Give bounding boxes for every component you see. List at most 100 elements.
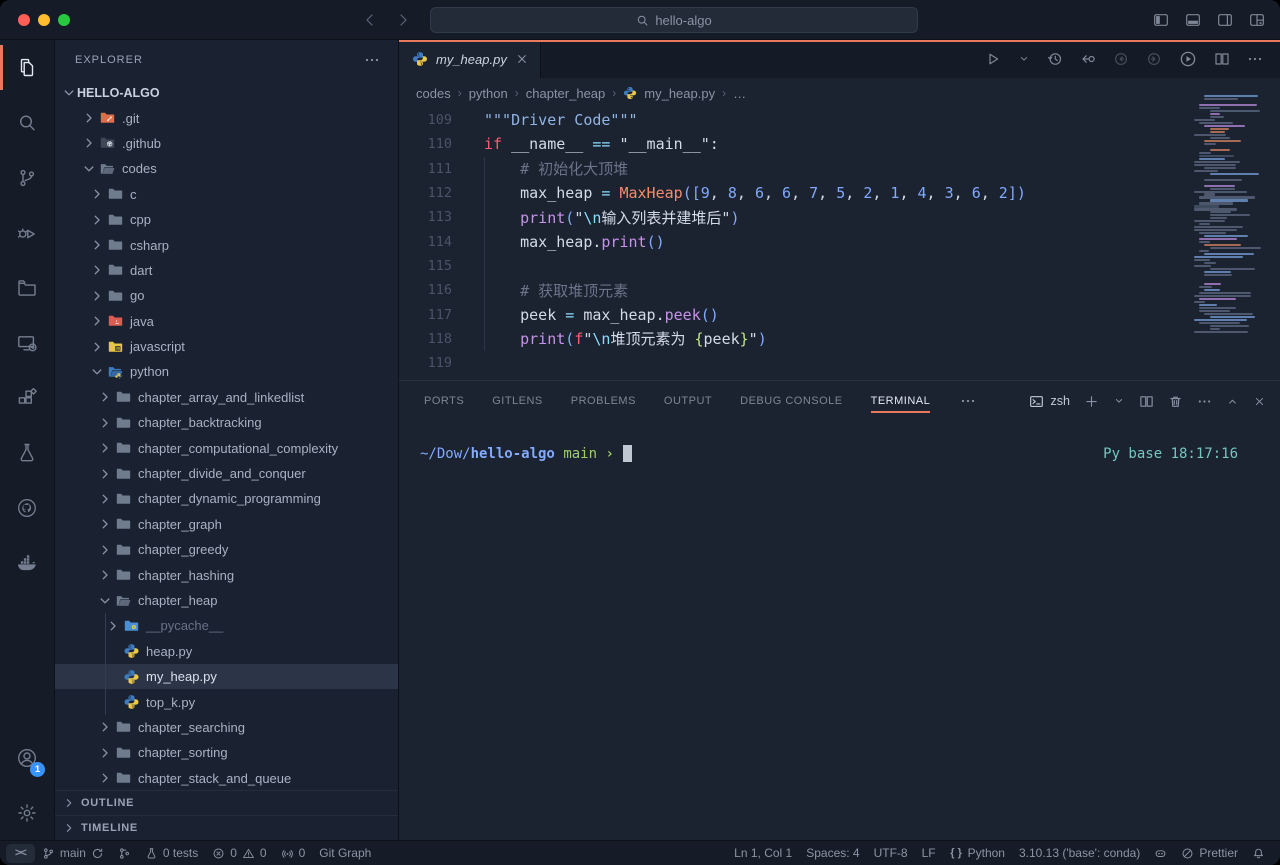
split-terminal-icon[interactable] [1139, 394, 1154, 409]
tree-item-chapter_array_and_linkedlist[interactable]: chapter_array_and_linkedlist [55, 385, 398, 410]
status-problems[interactable]: 00 [205, 844, 273, 863]
tree-item-chapter_greedy[interactable]: chapter_greedy [55, 537, 398, 562]
panel-tab-problems[interactable]: PROBLEMS [571, 381, 636, 421]
panel-tab-ports[interactable]: PORTS [424, 381, 464, 421]
breadcrumb-chapter_heap[interactable]: chapter_heap [526, 86, 606, 101]
terminal-dropdown-icon[interactable] [1113, 395, 1125, 407]
status-feedback[interactable]: 0 [274, 844, 313, 863]
close-panel-icon[interactable] [1253, 395, 1266, 408]
panel-more-tabs-icon[interactable] [960, 393, 976, 409]
run-dropdown-icon[interactable] [1018, 53, 1030, 65]
panel-tab-output[interactable]: OUTPUT [664, 381, 712, 421]
tree-item-chapter_stack_and_queue[interactable]: chapter_stack_and_queue [55, 766, 398, 791]
tree-item-javascript[interactable]: JSjavascript [55, 334, 398, 359]
kill-terminal-icon[interactable] [1168, 394, 1183, 409]
toggle-panel-icon[interactable] [1185, 12, 1201, 28]
activity-run-and-debug[interactable] [0, 205, 54, 260]
file-history-icon[interactable] [1047, 51, 1063, 67]
status-prettier[interactable]: Prettier [1174, 844, 1245, 863]
tree-item-chapter_heap[interactable]: chapter_heap [55, 588, 398, 613]
activity-docker[interactable] [0, 535, 54, 590]
activity-settings[interactable] [0, 785, 54, 840]
tree-item-chapter_backtracking[interactable]: chapter_backtracking [55, 410, 398, 435]
section-timeline[interactable]: TIMELINE [55, 815, 398, 840]
toggle-secondary-sidebar-icon[interactable] [1217, 12, 1233, 28]
status-eol[interactable]: LF [915, 844, 943, 863]
status-copilot[interactable] [1147, 844, 1174, 863]
status-encoding[interactable]: UTF-8 [867, 844, 915, 863]
status-tests[interactable]: 0 tests [138, 844, 205, 863]
tree-item-chapter_computational_complexity[interactable]: chapter_computational_complexity [55, 435, 398, 460]
tab-my_heap.py[interactable]: my_heap.py [399, 40, 541, 78]
tree-item-chapter_dynamic_programming[interactable]: chapter_dynamic_programming [55, 486, 398, 511]
panel-tab-gitlens[interactable]: GITLENS [492, 381, 543, 421]
tree-item-chapter_divide_and_conquer[interactable]: chapter_divide_and_conquer [55, 461, 398, 486]
command-center-search[interactable]: hello-algo [430, 7, 918, 33]
run-code-icon[interactable] [1179, 50, 1197, 68]
tree-item-top_k.py[interactable]: top_k.py [55, 689, 398, 714]
maximize-window-button[interactable] [58, 14, 70, 26]
activity-extensions[interactable] [0, 370, 54, 425]
breadcrumb-python[interactable]: python [469, 86, 508, 101]
status-indentation[interactable]: Spaces: 4 [799, 844, 866, 863]
explorer-more-actions-icon[interactable] [364, 52, 380, 68]
terminal[interactable]: ~/Dow/hello-algo main › Py base 18:17:16 [399, 421, 1280, 840]
status-remote[interactable]: >< [6, 844, 35, 863]
toggle-primary-sidebar-icon[interactable] [1153, 12, 1169, 28]
tree-item-dart[interactable]: dart [55, 258, 398, 283]
close-tab-icon[interactable] [515, 52, 529, 66]
previous-change-icon[interactable] [1113, 51, 1129, 67]
split-editor-icon[interactable] [1214, 51, 1230, 67]
activity-search[interactable] [0, 95, 54, 150]
tree-item-.github[interactable]: .github [55, 131, 398, 156]
status-git-graph[interactable]: Git Graph [312, 844, 378, 863]
tree-item-go[interactable]: go [55, 283, 398, 308]
activity-accounts[interactable]: 1 [0, 730, 54, 785]
breadcrumb-codes[interactable]: codes [416, 86, 451, 101]
minimap[interactable] [1194, 95, 1270, 334]
status-notifications[interactable] [1245, 844, 1272, 863]
tree-item-HELLO-ALGO[interactable]: HELLO-ALGO [55, 80, 398, 105]
minimize-window-button[interactable] [38, 14, 50, 26]
tree-item-chapter_graph[interactable]: chapter_graph [55, 512, 398, 537]
next-change-icon[interactable] [1146, 51, 1162, 67]
tree-item-csharp[interactable]: csharp [55, 232, 398, 257]
new-terminal-icon[interactable] [1084, 394, 1099, 409]
tree-item-chapter_searching[interactable]: chapter_searching [55, 715, 398, 740]
activity-source-control[interactable] [0, 150, 54, 205]
tree-item-c[interactable]: c [55, 182, 398, 207]
tree-item-heap.py[interactable]: heap.py [55, 639, 398, 664]
breadcrumb-my_heap.py[interactable]: my_heap.py [644, 86, 715, 101]
tree-item-java[interactable]: java [55, 309, 398, 334]
customize-layout-icon[interactable] [1249, 12, 1265, 28]
more-actions-icon[interactable] [1247, 51, 1263, 67]
status-git-branch[interactable]: main [35, 844, 111, 863]
tree-item-codes[interactable]: codes [55, 156, 398, 181]
terminal-shell-selector[interactable]: zsh [1029, 394, 1070, 409]
tree-item-__pycache__[interactable]: __pycache__ [55, 613, 398, 638]
run-icon[interactable] [985, 51, 1001, 67]
activity-remote-explorer[interactable] [0, 315, 54, 370]
status-language-mode[interactable]: { }Python [943, 844, 1012, 863]
section-outline[interactable]: OUTLINE [55, 790, 398, 815]
panel-more-actions-icon[interactable] [1197, 394, 1212, 409]
activity-testing[interactable] [0, 425, 54, 480]
code-editor[interactable]: 109 """Driver Code""" 110 if __name__ ==… [399, 108, 1280, 380]
breadcrumb-…[interactable]: … [733, 86, 746, 101]
maximize-panel-icon[interactable] [1226, 395, 1239, 408]
navigate-forward-icon[interactable] [395, 12, 411, 28]
navigate-back-icon[interactable] [362, 12, 378, 28]
activity-project-manager[interactable] [0, 260, 54, 315]
tree-item-chapter_hashing[interactable]: chapter_hashing [55, 562, 398, 587]
status-cursor-position[interactable]: Ln 1, Col 1 [727, 844, 799, 863]
close-window-button[interactable] [18, 14, 30, 26]
tree-item-cpp[interactable]: cpp [55, 207, 398, 232]
panel-tab-terminal[interactable]: TERMINAL [871, 381, 931, 421]
tree-item-.git[interactable]: .git [55, 105, 398, 130]
status-gitlens[interactable] [111, 844, 138, 863]
tree-item-my_heap.py[interactable]: my_heap.py [55, 664, 398, 689]
tree-item-chapter_sorting[interactable]: chapter_sorting [55, 740, 398, 765]
compare-changes-icon[interactable] [1080, 51, 1096, 67]
activity-explorer[interactable] [0, 40, 54, 95]
panel-tab-debug-console[interactable]: DEBUG CONSOLE [740, 381, 842, 421]
